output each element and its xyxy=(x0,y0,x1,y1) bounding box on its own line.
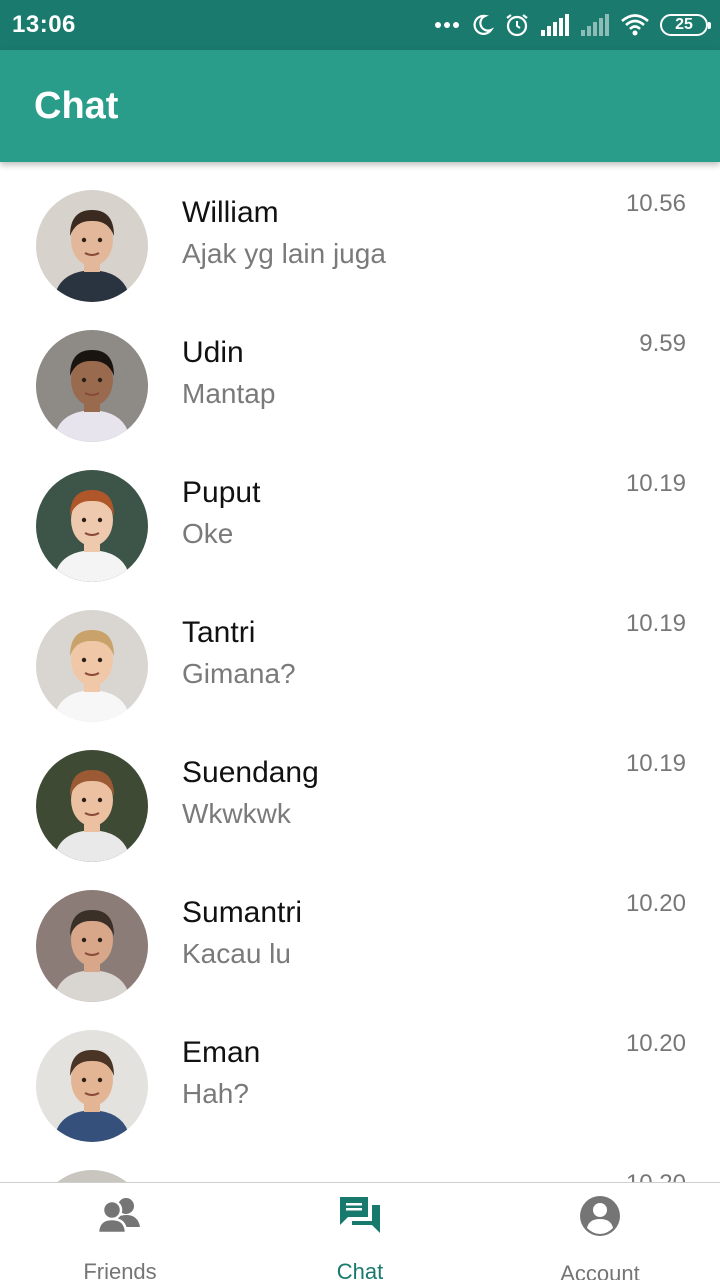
chat-contact-name: William xyxy=(182,196,279,229)
chat-list-item[interactable]: Suendang Wkwkwk 10.19 xyxy=(0,722,720,862)
chat-timestamp: 10.19 xyxy=(625,470,686,497)
avatar xyxy=(36,330,148,442)
friends-icon xyxy=(97,1195,143,1235)
nav-item-friends[interactable]: Friends xyxy=(0,1183,240,1280)
chat-timestamp: 10.20 xyxy=(625,890,686,917)
wifi-icon xyxy=(620,13,650,37)
nav-label-friends: Friends xyxy=(83,1259,157,1280)
chat-list-item[interactable]: Puput Oke 10.19 xyxy=(0,442,720,582)
avatar xyxy=(36,890,148,1002)
avatar xyxy=(36,470,148,582)
page-title: Chat xyxy=(34,84,119,127)
status-bar: 13:06 25 xyxy=(0,0,720,50)
chat-list-item[interactable]: Udin Mantap 9.59 xyxy=(0,302,720,442)
chat-last-message: Gimana? xyxy=(182,658,296,689)
status-icons: 25 xyxy=(434,12,711,38)
signal-icon xyxy=(540,14,570,36)
chat-last-message: Hah? xyxy=(182,1078,249,1109)
status-time: 13:06 xyxy=(12,11,76,38)
chat-timestamp: 10.56 xyxy=(625,190,686,217)
app-bar: Chat xyxy=(0,50,720,162)
chat-timestamp: 10.19 xyxy=(625,750,686,777)
chat-contact-name: Suendang xyxy=(182,756,319,789)
chat-list-item[interactable]: Eman Hah? 10.20 xyxy=(0,1002,720,1142)
chat-timestamp: 10.20 xyxy=(626,1170,686,1182)
chat-last-message: Mantap xyxy=(182,378,276,409)
chat-timestamp: 10.19 xyxy=(625,610,686,637)
signal-weak-icon xyxy=(580,14,610,36)
chat-list-item[interactable]: Tantri Gimana? 10.19 xyxy=(0,582,720,722)
nav-item-account[interactable]: Account xyxy=(480,1183,720,1280)
nav-label-account: Account xyxy=(560,1261,640,1280)
chat-last-message: Kacau lu xyxy=(182,938,291,969)
chat-last-message: Wkwkwk xyxy=(182,798,291,829)
nav-label-chat: Chat xyxy=(336,1259,384,1280)
alarm-icon xyxy=(504,12,530,38)
chat-contact-name: Udin xyxy=(182,336,244,369)
battery-indicator: 25 xyxy=(660,14,711,36)
chat-contact-name: Eman xyxy=(182,1036,261,1069)
chat-timestamp: 10.20 xyxy=(625,1030,686,1057)
chat-list-item[interactable]: Sumantri Kacau lu 10.20 xyxy=(0,862,720,1002)
avatar xyxy=(36,1170,148,1182)
avatar xyxy=(36,190,148,302)
chat-last-message: Oke xyxy=(182,518,234,549)
chat-contact-name: Puput xyxy=(182,476,261,509)
chat-timestamp: 9.59 xyxy=(639,330,686,357)
moon-icon xyxy=(470,13,494,37)
nav-item-chat[interactable]: Chat xyxy=(240,1183,480,1280)
chat-list-item[interactable]: 10.20 xyxy=(0,1142,720,1182)
chat-last-message: Ajak yg lain juga xyxy=(182,238,386,269)
avatar xyxy=(36,1030,148,1142)
more-dots-icon xyxy=(434,21,460,29)
chat-list: William Ajak yg lain juga 10.56 Udin Mantap 9… xyxy=(0,162,720,1182)
chat-icon xyxy=(338,1195,382,1235)
chat-list-item[interactable]: William Ajak yg lain juga 10.56 xyxy=(0,162,720,302)
account-icon xyxy=(579,1195,621,1237)
chat-contact-name: Sumantri xyxy=(182,896,303,929)
avatar xyxy=(36,750,148,862)
chat-contact-name: Tantri xyxy=(182,616,256,649)
bottom-nav: Friends Chat Account xyxy=(0,1182,720,1280)
avatar xyxy=(36,610,148,722)
